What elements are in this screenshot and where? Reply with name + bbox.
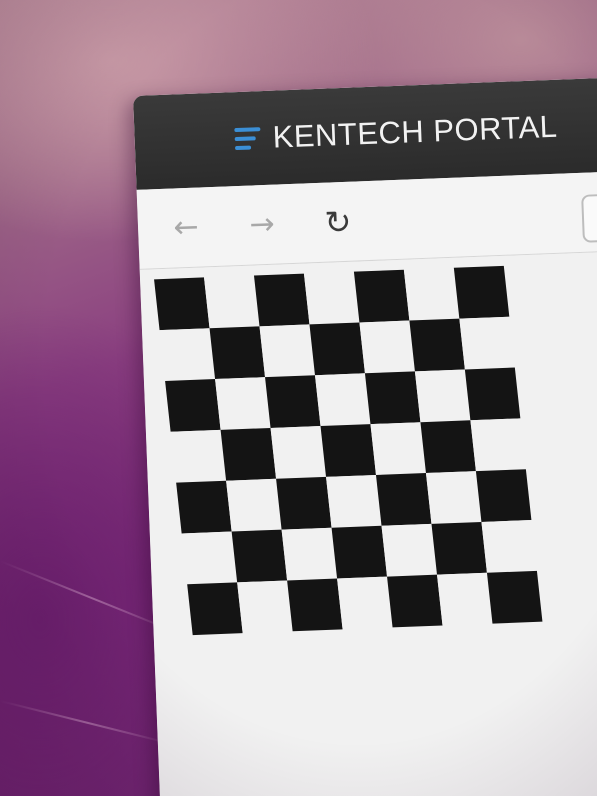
checker-square-dark — [320, 424, 376, 477]
checker-square-light — [403, 267, 460, 321]
checker-square-light — [381, 523, 437, 577]
checker-square-dark — [231, 529, 288, 583]
checker-square-light — [481, 520, 537, 573]
checker-square-light — [270, 426, 327, 479]
checker-square-dark — [453, 265, 510, 319]
checker-square-dark — [431, 521, 487, 575]
checker-square-light — [459, 316, 515, 370]
checker-square-light — [436, 572, 493, 626]
checker-square-light — [181, 531, 238, 585]
checkerboard-pattern — [154, 265, 543, 636]
checker-square-light — [414, 369, 471, 423]
checker-square-light — [226, 478, 282, 532]
checker-square-dark — [253, 273, 310, 327]
checker-square-dark — [486, 570, 543, 624]
checker-square-dark — [353, 269, 410, 323]
checker-square-dark — [464, 367, 521, 421]
checker-square-dark — [375, 473, 432, 526]
back-arrow-icon[interactable]: ← — [167, 209, 204, 246]
checker-square-dark — [331, 525, 388, 579]
checker-square-light — [259, 324, 315, 378]
checker-square-dark — [475, 469, 532, 522]
checker-square-dark — [165, 379, 221, 432]
browser-window: KENTECH PORTAL ← → ↻ — [133, 77, 597, 796]
checker-square-dark — [387, 574, 443, 628]
checker-square-dark — [209, 326, 266, 380]
checker-square-dark — [220, 427, 277, 481]
app-title: KENTECH PORTAL — [272, 108, 559, 155]
page-content — [139, 251, 597, 796]
title-bar: KENTECH PORTAL — [133, 77, 597, 190]
checker-square-light — [425, 471, 482, 524]
checker-square-dark — [409, 318, 465, 372]
forward-arrow-icon[interactable]: → — [243, 206, 280, 243]
checker-square-light — [359, 320, 415, 374]
reload-icon[interactable]: ↻ — [319, 202, 356, 241]
checker-square-dark — [265, 375, 321, 428]
checker-square-dark — [309, 322, 365, 376]
checker-square-light — [370, 422, 426, 475]
checker-square-dark — [187, 582, 243, 636]
checker-square-light — [470, 418, 526, 472]
light-streak — [0, 700, 175, 746]
checker-square-light — [159, 328, 216, 381]
checker-square-light — [326, 474, 382, 528]
checker-square-dark — [176, 480, 232, 534]
checker-square-dark — [420, 420, 476, 474]
tabs-button[interactable] — [581, 193, 597, 243]
checker-square-light — [337, 576, 393, 630]
checker-square-light — [170, 429, 227, 483]
checker-square-dark — [154, 277, 210, 331]
checker-square-dark — [276, 476, 332, 530]
checker-square-dark — [364, 371, 421, 425]
checker-square-light — [215, 377, 271, 430]
checker-square-light — [204, 275, 260, 329]
checker-square-light — [281, 527, 338, 581]
checker-square-light — [303, 271, 360, 325]
checker-square-light — [314, 373, 371, 427]
hamburger-menu-icon[interactable] — [234, 127, 261, 151]
checker-square-light — [237, 580, 293, 634]
checker-square-dark — [287, 578, 343, 632]
